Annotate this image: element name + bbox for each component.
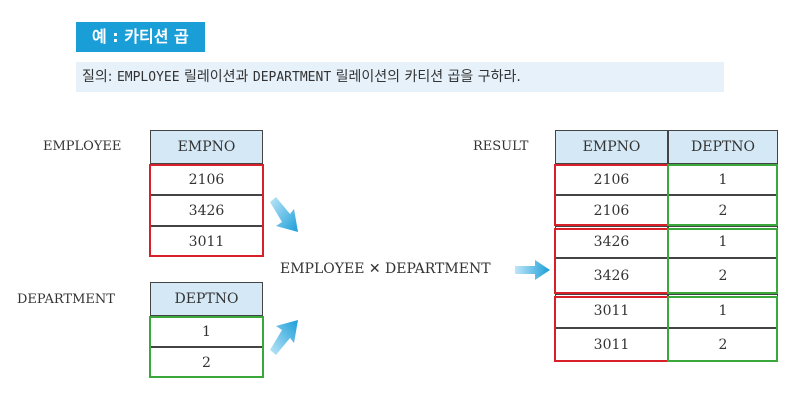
department-rows-highlight	[149, 316, 264, 378]
result-dept-group	[667, 228, 778, 294]
query-middle: 릴레이션과	[179, 69, 253, 85]
result-dept-group	[667, 296, 778, 362]
example-title: 예 : 카티션 곱	[76, 22, 205, 52]
arrow-down-right-icon	[270, 197, 298, 232]
result-group-2106	[554, 164, 669, 226]
employee-header: EMPNO	[150, 130, 263, 164]
query-relation-department: DEPARTMENT	[252, 70, 332, 85]
employee-label: EMPLOYEE	[43, 139, 122, 154]
result-group-3011	[554, 296, 669, 362]
query-relation-employee: EMPLOYEE	[116, 70, 180, 85]
result-dept-group	[667, 164, 778, 226]
query-suffix: 릴레이션의 카티션 곱을 구하라.	[331, 69, 521, 85]
query-prefix: 질의:	[82, 69, 117, 85]
arrow-right-icon	[515, 260, 550, 280]
arrow-up-right-icon	[270, 320, 298, 355]
department-header: DEPTNO	[150, 282, 263, 316]
query-text: 질의: EMPLOYEE 릴레이션과 DEPARTMENT 릴레이션의 카티션 …	[76, 62, 724, 92]
result-label: RESULT	[473, 139, 529, 154]
department-label: DEPARTMENT	[17, 292, 115, 307]
result-header-deptno: DEPTNO	[668, 130, 778, 164]
result-group-3426	[554, 228, 669, 294]
operation-label: EMPLOYEE ✕ DEPARTMENT	[280, 261, 491, 277]
result-header-empno: EMPNO	[555, 130, 668, 164]
employee-rows-highlight	[149, 164, 264, 257]
